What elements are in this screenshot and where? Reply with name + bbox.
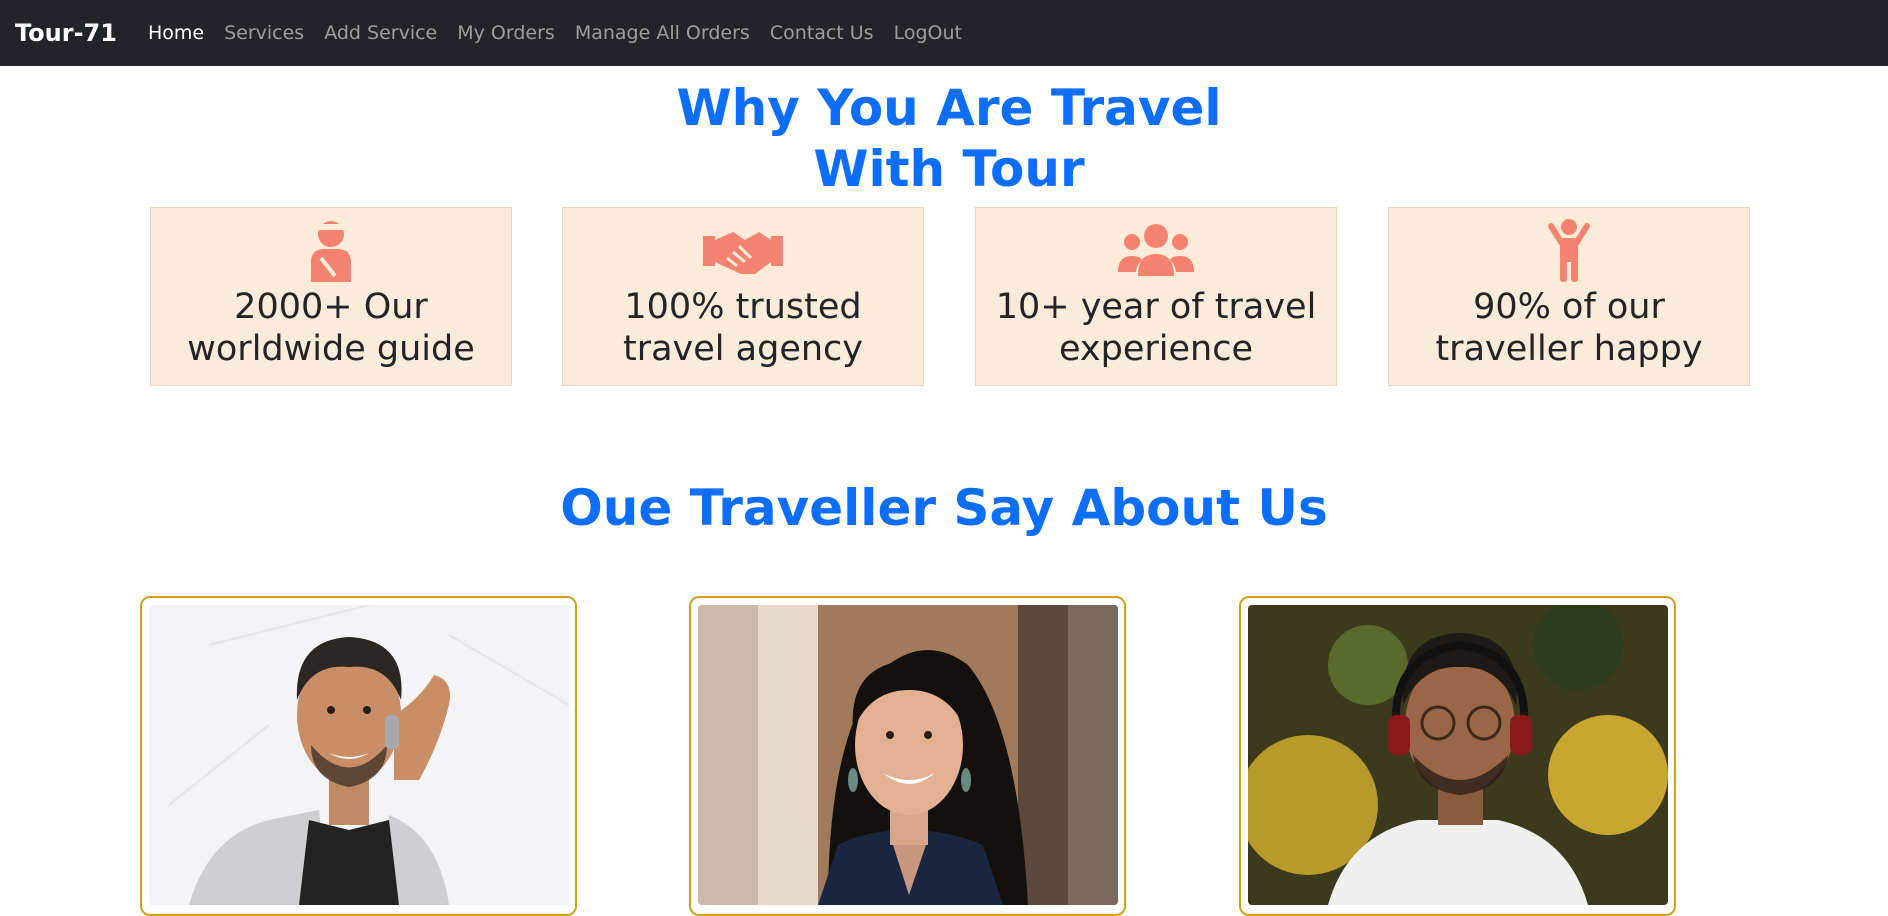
feature-text-guides: 2000+ Our worldwide guide <box>187 287 475 369</box>
nav-home[interactable]: Home <box>148 22 204 44</box>
feature-card-trusted: 100% trusted travel agency <box>562 207 924 386</box>
man-on-phone-photo <box>149 605 569 905</box>
nav-add-service[interactable]: Add Service <box>324 22 437 44</box>
handshake-icon <box>703 232 783 274</box>
nav-services[interactable]: Services <box>224 22 304 44</box>
feature-card-experience: 10+ year of travel experience <box>975 207 1337 386</box>
nav-logout[interactable]: LogOut <box>894 22 962 44</box>
smiling-woman-photo <box>698 605 1118 905</box>
review-card <box>140 596 577 916</box>
review-card <box>689 596 1126 916</box>
review-card <box>1239 596 1676 916</box>
why-section-title: Why You Are Travel With Tour <box>676 79 1222 198</box>
brand-logo[interactable]: Tour-71 <box>15 19 117 47</box>
happy-child-icon <box>1548 219 1590 282</box>
top-navbar: Tour-71 Home Services Add Service My Ord… <box>0 0 1888 66</box>
users-group-icon <box>1118 224 1194 276</box>
reviews-section-title: Oue Traveller Say About Us <box>560 479 1328 537</box>
nav-manage-all-orders[interactable]: Manage All Orders <box>575 22 750 44</box>
feature-card-happy: 90% of our traveller happy <box>1388 207 1750 386</box>
man-with-headphones-photo <box>1248 605 1668 905</box>
nav-my-orders[interactable]: My Orders <box>457 22 555 44</box>
guide-person-icon <box>311 221 351 282</box>
feature-text-trusted: 100% trusted travel agency <box>623 287 863 369</box>
feature-text-happy: 90% of our traveller happy <box>1435 287 1703 369</box>
nav-contact-us[interactable]: Contact Us <box>770 22 874 44</box>
feature-text-experience: 10+ year of travel experience <box>995 287 1317 369</box>
feature-card-guides: 2000+ Our worldwide guide <box>150 207 512 386</box>
